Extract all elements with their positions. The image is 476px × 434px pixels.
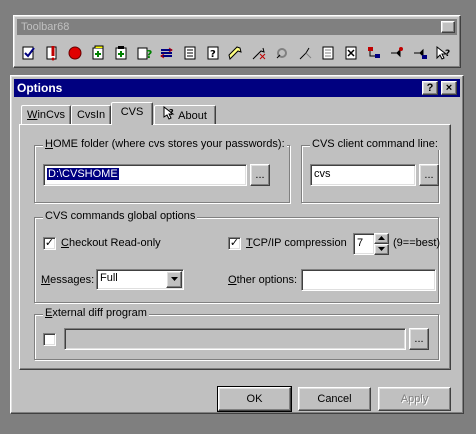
browse-label: ... bbox=[424, 169, 434, 181]
checkout-readonly-checkbox[interactable]: ✓ bbox=[43, 237, 56, 250]
status-icon[interactable]: ? bbox=[204, 44, 222, 62]
client-command-legend: CVS client command line: bbox=[310, 138, 440, 150]
external-diff-checkbox[interactable] bbox=[43, 333, 56, 346]
graph-icon[interactable] bbox=[365, 44, 383, 62]
checkout-icon[interactable] bbox=[20, 44, 38, 62]
external-diff-input bbox=[64, 328, 406, 350]
options-dialog: Options ? × WinCvs CvsIn CVS ? About HOM… bbox=[10, 75, 464, 414]
tab-cvsin[interactable]: CvsIn bbox=[71, 105, 111, 125]
tcpip-compression-checkbox[interactable]: ✓ bbox=[228, 237, 241, 250]
apply-label: Apply bbox=[400, 393, 429, 405]
compression-down-button[interactable] bbox=[374, 244, 389, 255]
context-help-icon[interactable]: ? bbox=[434, 44, 452, 62]
external-diff-group: External diff program ... bbox=[34, 307, 439, 360]
home-folder-input[interactable]: D:\CVSHOME bbox=[43, 164, 247, 186]
home-folder-legend: HOME folder (where cvs stores your passw… bbox=[43, 138, 287, 150]
diff-icon[interactable] bbox=[158, 44, 176, 62]
help-icon: ? bbox=[426, 82, 434, 94]
external-diff-legend: External diff program bbox=[43, 307, 149, 319]
watch-off-icon[interactable] bbox=[411, 44, 429, 62]
compression-level-input[interactable]: 7 bbox=[353, 233, 375, 255]
compression-up-button[interactable] bbox=[374, 233, 389, 244]
watch-on-icon[interactable] bbox=[388, 44, 406, 62]
messages-dropdown-button[interactable] bbox=[166, 271, 182, 288]
svg-text:?: ? bbox=[445, 49, 450, 59]
messages-value: Full bbox=[100, 272, 118, 284]
tag-icon[interactable] bbox=[227, 44, 245, 62]
home-folder-value: D:\CVSHOME bbox=[47, 168, 119, 180]
tab-cvs[interactable]: CVS bbox=[111, 102, 153, 125]
toolbar-title-bar[interactable]: Toolbar68 × bbox=[17, 19, 457, 35]
global-options-legend: CVS commands global options bbox=[43, 210, 198, 222]
tab-wincvs[interactable]: WinCvs bbox=[21, 105, 71, 125]
toolbar-icon-row: ? ? ? bbox=[20, 44, 452, 62]
query-icon[interactable]: ? bbox=[135, 44, 153, 62]
dialog-title: Options bbox=[17, 81, 63, 95]
log-icon[interactable] bbox=[181, 44, 199, 62]
update-icon[interactable] bbox=[43, 44, 61, 62]
other-options-input[interactable] bbox=[301, 269, 436, 291]
home-folder-browse-button[interactable]: ... bbox=[250, 164, 270, 186]
compression-hint: (9==best) bbox=[393, 237, 441, 249]
messages-label: Messages: bbox=[41, 274, 95, 286]
tcpip-compression-label[interactable]: TCP/IP compression bbox=[246, 237, 347, 249]
cancel-button[interactable]: Cancel bbox=[298, 387, 371, 411]
toolbar-title: Toolbar68 bbox=[21, 21, 70, 33]
ok-label: OK bbox=[246, 393, 263, 405]
global-options-group: CVS commands global options ✓ Checkout R… bbox=[34, 210, 441, 303]
svg-text:?: ? bbox=[210, 49, 216, 60]
checkout-readonly-label[interactable]: Checkout Read-only bbox=[61, 237, 161, 249]
browse-label: ... bbox=[255, 169, 265, 181]
svg-text:?: ? bbox=[169, 108, 174, 117]
client-command-input[interactable]: cvs bbox=[310, 164, 416, 186]
help-button[interactable]: ? bbox=[422, 81, 438, 95]
stop-icon[interactable] bbox=[66, 44, 84, 62]
other-options-label: Other options: bbox=[228, 274, 298, 286]
close-icon: × bbox=[445, 21, 451, 32]
dialog-close-button[interactable]: × bbox=[441, 81, 457, 95]
add-binary-icon[interactable] bbox=[112, 44, 130, 62]
branch-icon[interactable] bbox=[273, 44, 291, 62]
untag-icon[interactable] bbox=[250, 44, 268, 62]
client-command-group: CVS client command line: cvs ... bbox=[301, 138, 440, 203]
edit-icon[interactable] bbox=[319, 44, 337, 62]
external-diff-browse-button[interactable]: ... bbox=[409, 328, 429, 350]
messages-select[interactable]: Full bbox=[96, 269, 184, 290]
tab-cvs-label: CVS bbox=[120, 106, 144, 118]
cvs-tab-panel: HOME folder (where cvs stores your passw… bbox=[19, 124, 451, 370]
add-icon[interactable] bbox=[89, 44, 107, 62]
dialog-title-bar[interactable]: Options ? × bbox=[14, 79, 460, 97]
close-icon: × bbox=[445, 82, 453, 94]
tab-about[interactable]: ? About bbox=[154, 105, 216, 125]
chevron-down-icon bbox=[170, 277, 178, 281]
about-help-icon: ? bbox=[163, 105, 175, 126]
cancel-label: Cancel bbox=[317, 393, 352, 405]
compression-level-value: 7 bbox=[357, 237, 364, 249]
svg-text:?: ? bbox=[146, 48, 152, 61]
unedit-icon[interactable] bbox=[342, 44, 360, 62]
client-command-browse-button[interactable]: ... bbox=[419, 164, 439, 186]
browse-label: ... bbox=[414, 333, 424, 345]
toolbar-close-button[interactable]: × bbox=[441, 21, 455, 33]
arrow-down-icon bbox=[378, 247, 385, 251]
ok-button[interactable]: OK bbox=[217, 386, 292, 412]
tab-wincvs-label: WinCvs bbox=[27, 109, 65, 121]
client-command-value: cvs bbox=[314, 168, 331, 180]
merge-icon[interactable] bbox=[296, 44, 314, 62]
home-folder-group: HOME folder (where cvs stores your passw… bbox=[34, 138, 290, 203]
apply-button[interactable]: Apply bbox=[378, 387, 451, 411]
tab-cvsin-label: CvsIn bbox=[76, 109, 106, 121]
arrow-up-icon bbox=[378, 236, 385, 240]
tab-about-label: About bbox=[178, 109, 207, 122]
toolbar-window: Toolbar68 × ? ? ? bbox=[13, 15, 461, 68]
